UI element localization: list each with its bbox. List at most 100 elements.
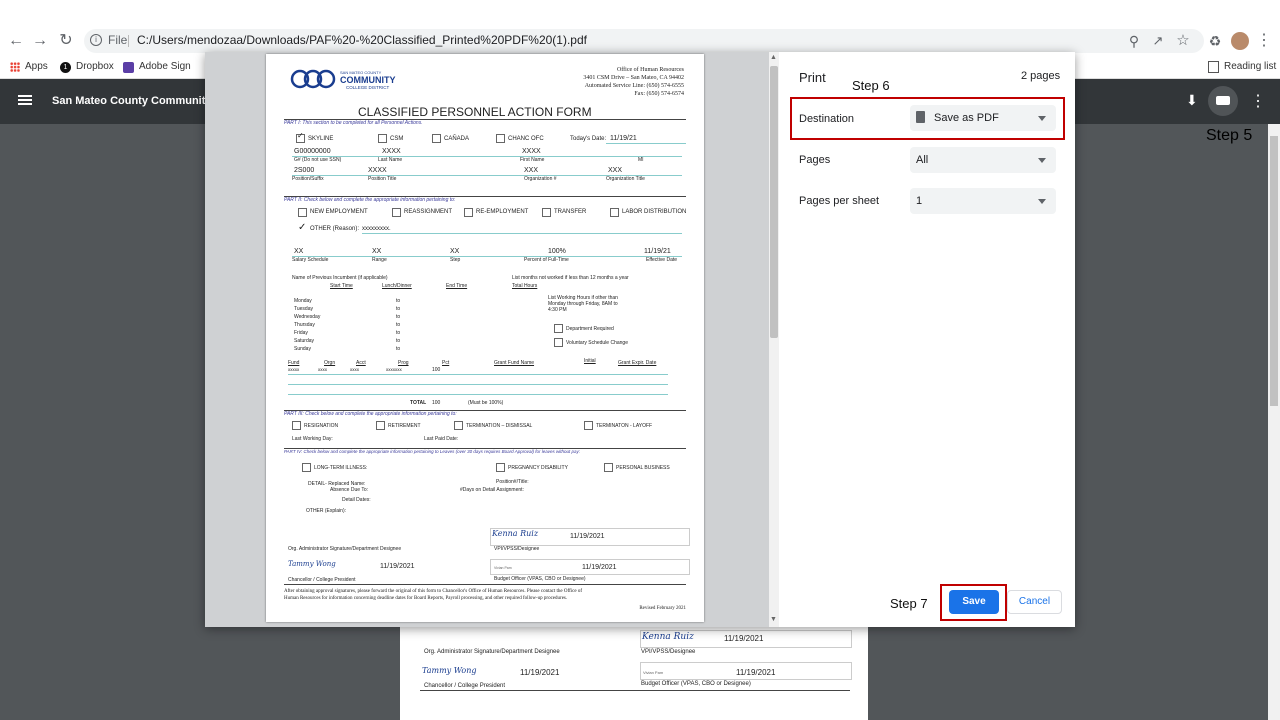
last-name-label: Last Name xyxy=(378,157,403,163)
pages-select[interactable]: All xyxy=(910,147,1056,173)
transfer-checkbox[interactable] xyxy=(542,208,551,217)
org-title-value: XXX xyxy=(608,167,623,174)
re-employment-checkbox[interactable] xyxy=(464,208,473,217)
bookmark-adobe-sign[interactable]: Adobe Sign xyxy=(123,56,191,78)
other-reason-value: xxxxxxxxx. xyxy=(362,226,391,232)
field-line xyxy=(288,384,668,385)
day-label: Wednesday xyxy=(294,314,321,320)
term-dismissal-label: TERMINATION – DISMISSAL xyxy=(466,423,533,429)
pdf-scrollbar[interactable] xyxy=(1268,124,1280,720)
office-address: 3401 CSM Drive – San Mateo, CA 94402 xyxy=(583,75,684,81)
more-icon[interactable]: ⋮ xyxy=(1250,91,1266,111)
fund-value: xxxxx xyxy=(288,367,300,372)
signature-kenna: Kenna Ruiz xyxy=(492,529,539,538)
reassignment-checkbox[interactable] xyxy=(392,208,401,217)
scroll-up-icon[interactable]: ▲ xyxy=(770,54,777,61)
share-icon[interactable]: ↗ xyxy=(1146,29,1170,53)
cancel-button[interactable]: Cancel xyxy=(1007,590,1062,614)
url-text[interactable]: C:/Users/mendozaa/Downloads/PAF%20-%20Cl… xyxy=(137,33,587,47)
save-button[interactable]: Save xyxy=(949,590,999,614)
info-icon[interactable]: i xyxy=(90,34,102,46)
print-button[interactable] xyxy=(1208,86,1238,116)
start-time-label: Start Time xyxy=(330,283,353,289)
part1-label: PART I: This section to be completed for… xyxy=(284,120,423,126)
total-label: TOTAL xyxy=(410,400,427,406)
salary-label: Salary Schedule xyxy=(292,257,329,263)
forward-icon[interactable]: → xyxy=(28,29,52,53)
days-on-detail-label: #Days on Detail Assignment: xyxy=(460,487,524,493)
chevron-down-icon xyxy=(1038,158,1046,163)
pdf-scroll-thumb[interactable] xyxy=(1270,136,1278,406)
signature-vivian: Vivian Pam xyxy=(643,670,664,675)
long-term-checkbox[interactable] xyxy=(302,463,311,472)
pct-label: Pct xyxy=(442,360,450,366)
months-not-worked-label: List months not worked if less than 12 m… xyxy=(512,275,629,281)
date-text: 11/19/2021 xyxy=(724,634,764,643)
todays-date-value: 11/19/21 xyxy=(610,135,637,142)
menu-kebab-icon[interactable]: ⋮ xyxy=(1252,29,1276,53)
personal-checkbox[interactable] xyxy=(604,463,613,472)
bookmark-apps[interactable]: Apps xyxy=(10,56,48,78)
canada-label: CAÑADA xyxy=(444,136,470,142)
back-icon[interactable]: ← xyxy=(4,29,28,53)
field-line xyxy=(292,156,682,157)
avatar[interactable] xyxy=(1231,32,1249,50)
preview-scroll-thumb[interactable] xyxy=(770,66,778,338)
day-label: Friday xyxy=(294,330,308,336)
field-line xyxy=(362,233,682,234)
voluntary-checkbox[interactable] xyxy=(554,338,563,347)
step7-annotation: Step 7 xyxy=(890,596,928,611)
divider xyxy=(284,584,686,585)
voluntary-label: Voluntary Schedule Change xyxy=(566,340,628,346)
field-line xyxy=(288,394,668,395)
prog-label: Prog xyxy=(398,360,409,366)
hamburger-menu-icon[interactable] xyxy=(18,95,32,97)
transfer-label: TRANSFER xyxy=(554,209,587,215)
destination-value: Save as PDF xyxy=(934,112,999,124)
term-dismissal-checkbox[interactable] xyxy=(454,421,463,430)
position-title-value: XXXX xyxy=(368,167,387,174)
detail-dates-label: Detail Dates: xyxy=(342,497,371,503)
scroll-down-icon[interactable]: ▼ xyxy=(770,616,777,623)
field-line xyxy=(288,374,668,375)
retirement-checkbox[interactable] xyxy=(376,421,385,430)
bookmark-star-icon[interactable]: ☆ xyxy=(1171,29,1195,53)
signature-tammy: Tammy Wong xyxy=(288,560,336,568)
labor-checkbox[interactable] xyxy=(610,208,619,217)
apps-grid-icon xyxy=(10,62,20,72)
chanc-checkbox[interactable] xyxy=(496,134,505,143)
extensions-icon[interactable]: ♻ xyxy=(1203,29,1227,53)
org-admin-label: Org. Administrator Signature/Department … xyxy=(424,649,560,655)
bookmark-label: Dropbox xyxy=(76,61,114,72)
pregnancy-checkbox[interactable] xyxy=(496,463,505,472)
part3-label: PART III: Check below and complete the a… xyxy=(284,411,457,417)
dept-required-checkbox[interactable] xyxy=(554,324,563,333)
download-icon[interactable]: ⬇ xyxy=(1186,92,1198,109)
pages-per-sheet-select[interactable]: 1 xyxy=(910,188,1056,214)
new-employment-label: NEW EMPLOYMENT xyxy=(310,209,368,215)
canada-checkbox[interactable] xyxy=(432,134,441,143)
orgn-label: Orgn xyxy=(324,360,336,366)
step-value: XX xyxy=(450,248,460,255)
acct-value: xxxx xyxy=(350,367,359,372)
bookmark-label: Adobe Sign xyxy=(139,61,191,72)
new-employment-checkbox[interactable] xyxy=(298,208,307,217)
dropbox-icon: 1 xyxy=(60,61,71,73)
print-icon xyxy=(1216,96,1230,105)
to-label: to xyxy=(396,298,401,304)
reading-list[interactable]: Reading list xyxy=(1208,56,1276,78)
reload-icon[interactable]: ↻ xyxy=(54,29,78,53)
term-layoff-checkbox[interactable] xyxy=(584,421,593,430)
revised-label: Revised February 2021 xyxy=(639,606,686,611)
date-text: 11/19/2021 xyxy=(520,668,560,677)
footer-line1: After obtaining approval signatures, ple… xyxy=(284,589,582,594)
resignation-checkbox[interactable] xyxy=(292,421,301,430)
org-title-label: Organization Title xyxy=(606,176,645,182)
field-line xyxy=(292,256,682,257)
bookmark-dropbox[interactable]: 1 Dropbox xyxy=(60,56,114,78)
to-label: to xyxy=(396,338,401,344)
destination-select[interactable]: Save as PDF xyxy=(910,105,1056,131)
zoom-icon[interactable]: ⚲ xyxy=(1122,29,1146,53)
csm-checkbox[interactable] xyxy=(378,134,387,143)
orgn-value: xxxx xyxy=(318,367,327,372)
